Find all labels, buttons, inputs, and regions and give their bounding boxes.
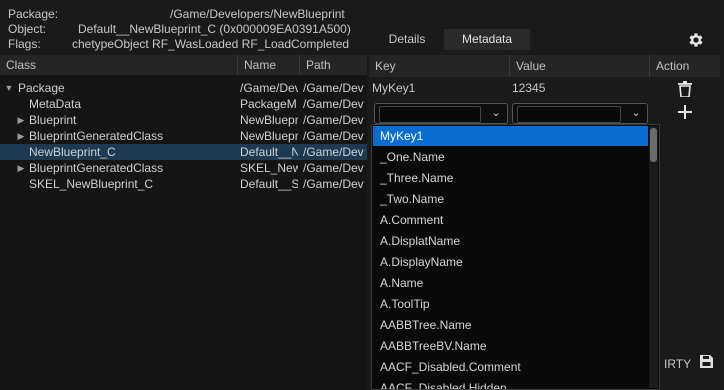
new-key-input[interactable]	[379, 106, 481, 123]
dropdown-item[interactable]: _Two.Name	[373, 189, 648, 209]
save-icon	[699, 355, 713, 368]
flags-value: chetypeObject RF_WasLoaded RF_LoadComple…	[72, 37, 350, 51]
dropdown-scrollbar[interactable]	[649, 126, 658, 388]
dropdown-item[interactable]: AABBTreeBV.Name	[373, 336, 648, 356]
tree-path-cell: /Game/Dev	[303, 129, 364, 143]
dropdown-item[interactable]: A.Name	[373, 273, 648, 293]
tree-name-cell: NewBluepr	[240, 129, 298, 143]
new-key-combo[interactable]: ⌄	[374, 103, 508, 124]
scrollbar-thumb[interactable]	[650, 128, 657, 162]
tree-class-cell: Package	[18, 81, 65, 95]
tree-class-cell: NewBlueprint_C	[29, 145, 116, 159]
tree-class-cell: MetaData	[29, 97, 82, 111]
path-column-header[interactable]: Path	[300, 55, 367, 75]
tree-row[interactable]: ▶ BlueprintGeneratedClass NewBluepr/Game/D…	[0, 128, 367, 144]
settings-button[interactable]	[685, 31, 707, 51]
tree-path-cell: /Game/Dev	[303, 161, 364, 175]
tree-name-cell: PackageM	[240, 97, 297, 111]
key-suggestions-dropdown[interactable]: MyKey1 _One.Name _Three.Name _Two.Name A.Com…	[371, 124, 660, 390]
tree-name-cell: Default__N	[240, 145, 298, 159]
expand-arrow-down-icon[interactable]: ▼	[4, 80, 14, 96]
tree-row[interactable]: ▶ Blueprint NewBluepr/Game/Dev	[0, 112, 367, 128]
tree-name-cell: NewBluepr	[240, 113, 298, 127]
tree-row[interactable]: MetaData PackageM/Game/Dev	[0, 96, 367, 112]
value-column-header[interactable]: Value	[510, 55, 650, 77]
object-tree-panel: Class Name Path ▼ Package/Game/Dev/Game/D…	[0, 55, 367, 390]
tree-class-cell: Blueprint	[29, 113, 77, 127]
tree-path-cell: /Game/Dev	[303, 97, 364, 111]
dropdown-item[interactable]: _One.Name	[373, 147, 648, 167]
dropdown-item[interactable]: AABBTree.Name	[373, 315, 648, 335]
dropdown-item[interactable]: _Three.Name	[373, 168, 648, 188]
add-button[interactable]	[675, 105, 695, 123]
dropdown-item[interactable]: AACF_Disabled.Comment	[373, 357, 648, 377]
class-column-header[interactable]: Class	[0, 55, 238, 75]
dropdown-item[interactable]: A.DisplatName	[373, 231, 648, 251]
tree-row[interactable]: SKEL_NewBlueprint_C Default__Sl/Game/Dev	[0, 176, 367, 192]
tree-row[interactable]: NewBlueprint_C Default__N/Game/Dev	[0, 144, 367, 160]
dropdown-item[interactable]: A.DisplayName	[373, 252, 648, 272]
tree-row[interactable]: ▼ Package/Game/Dev/Game/Dev	[0, 80, 367, 96]
tree-class-cell: BlueprintGeneratedClass	[29, 129, 164, 143]
key-column-header[interactable]: Key	[369, 55, 510, 77]
dropdown-item[interactable]: A.ToolTip	[373, 294, 648, 314]
tree-row[interactable]: ▶ BlueprintGeneratedClass SKEL_New/Game/De…	[0, 160, 367, 176]
name-column-header[interactable]: Name	[238, 55, 300, 75]
metadata-key-cell: MyKey1	[372, 81, 416, 95]
tab-metadata[interactable]: Metadata	[444, 29, 530, 50]
status-text: IRTY	[664, 357, 692, 371]
package-label: Package:	[8, 7, 59, 21]
tree-class-cell: BlueprintGeneratedClass	[29, 161, 164, 175]
expand-arrow-right-icon[interactable]: ▶	[16, 160, 26, 176]
new-value-input[interactable]	[517, 106, 621, 123]
dropdown-item[interactable]: MyKey1	[373, 126, 648, 146]
save-button[interactable]	[698, 355, 714, 371]
chevron-down-icon[interactable]: ⌄	[629, 105, 643, 122]
tree-name-cell: SKEL_New	[240, 161, 298, 175]
tab-details[interactable]: Details	[372, 29, 442, 50]
plus-icon	[678, 105, 692, 119]
tree-name-cell: Default__Sl	[240, 177, 298, 191]
dropdown-item[interactable]: AACF_Disabled.Hidden	[373, 378, 648, 389]
object-value: Default__NewBlueprint_C (0x000009EA0391A…	[78, 22, 351, 36]
expand-arrow-right-icon[interactable]: ▶	[16, 128, 26, 144]
tree-path-cell: /Game/Dev	[303, 145, 364, 159]
metadata-value-cell: 12345	[512, 81, 546, 95]
action-column-header[interactable]: Action	[650, 55, 720, 77]
package-info: Package: /Game/Developers/NewBlueprint	[8, 7, 368, 22]
trash-icon	[678, 81, 692, 98]
tree-path-cell: /Game/Dev	[303, 177, 364, 191]
chevron-down-icon[interactable]: ⌄	[489, 105, 503, 122]
tree-path-cell: /Game/Dev	[303, 113, 364, 127]
tree-class-cell: SKEL_NewBlueprint_C	[29, 177, 154, 191]
package-value: /Game/Developers/NewBlueprint	[170, 7, 345, 21]
flags-info: Flags: chetypeObject RF_WasLoaded RF_Loa…	[8, 37, 368, 52]
new-value-combo[interactable]: ⌄	[512, 103, 648, 124]
object-info: Object: Default__NewBlueprint_C (0x00000…	[8, 22, 368, 37]
flags-label: Flags:	[8, 37, 41, 51]
dropdown-item[interactable]: A.Comment	[373, 210, 648, 230]
expand-arrow-right-icon[interactable]: ▶	[16, 112, 26, 128]
object-label: Object:	[8, 22, 47, 36]
tree-name-cell: /Game/Dev	[240, 81, 298, 95]
delete-button[interactable]	[675, 81, 695, 99]
tree-path-cell: /Game/Dev	[303, 81, 364, 95]
gear-icon	[689, 33, 703, 47]
